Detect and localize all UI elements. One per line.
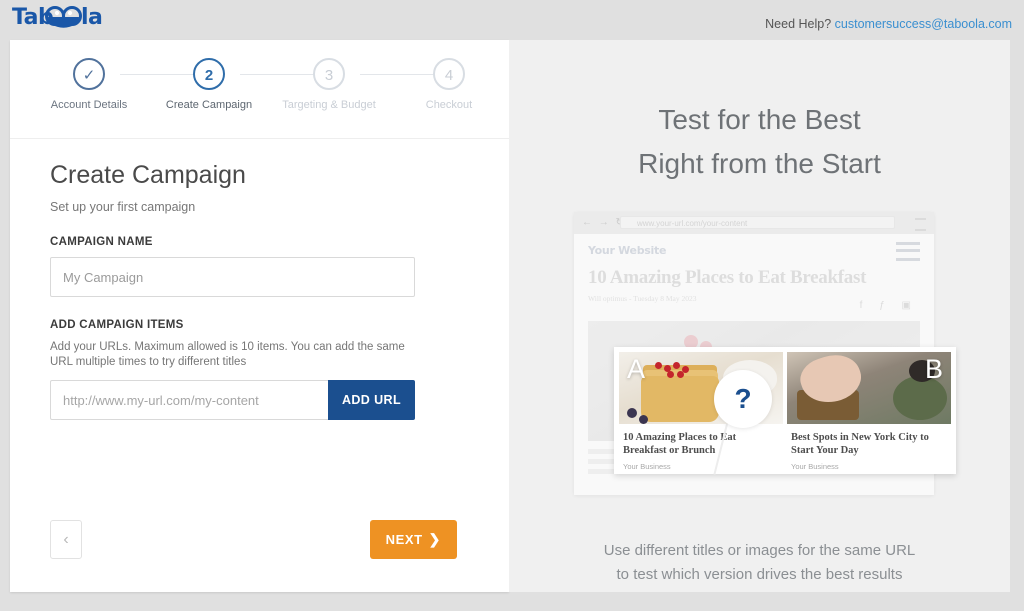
promo-caption: Use different titles or images for the s… xyxy=(509,539,1010,587)
waffle-stack-shape xyxy=(641,376,719,422)
top-bar: Tab la Need Help? customersuccess@tabool… xyxy=(0,0,1024,38)
ab-card-a-brand: Your Business xyxy=(623,462,671,471)
add-url-button[interactable]: ADD URL xyxy=(327,380,415,420)
hamburger-menu-icon xyxy=(896,242,920,261)
step-badge-3: 3 xyxy=(313,58,345,90)
campaign-items-label: ADD CAMPAIGN ITEMS xyxy=(50,319,184,331)
promo-title-line-1: Test for the Best xyxy=(658,104,861,135)
mock-site-header: Your Website xyxy=(574,234,934,261)
page-title: Create Campaign xyxy=(50,161,246,189)
ab-card-a-title: 10 Amazing Places to Eat Breakfast or Br… xyxy=(623,432,737,456)
need-help-text: Need Help? customersuccess@taboola.com xyxy=(765,17,1012,31)
browser-chrome-bar: ← → ↻ www.your-url.com/your-content xyxy=(574,212,934,234)
wizard-step-create-campaign[interactable]: 2 Create Campaign xyxy=(149,58,269,111)
wizard-steps: ✓ Account Details 2 Create Campaign 3 Ta… xyxy=(10,40,509,139)
wizard-step-checkout[interactable]: 4 Checkout xyxy=(389,58,509,111)
back-button[interactable]: ‹ xyxy=(50,520,82,559)
next-button[interactable]: NEXT ❯ xyxy=(369,520,457,559)
need-help-label: Need Help? xyxy=(765,17,835,31)
campaign-form-card: ✓ Account Details 2 Create Campaign 3 Ta… xyxy=(10,40,509,592)
ab-comparison-cards: A 10 Amazing Places to Eat Breakfast or … xyxy=(614,347,956,474)
promo-caption-line-2: to test which version drives the best re… xyxy=(616,566,903,583)
step-badge-1: ✓ xyxy=(73,58,105,90)
promo-caption-line-1: Use different titles or images for the s… xyxy=(603,542,916,559)
chevron-right-icon: ❯ xyxy=(428,531,441,547)
next-button-label: NEXT xyxy=(385,532,423,547)
mock-site-name: Your Website xyxy=(588,244,667,257)
wizard-step-account-details[interactable]: ✓ Account Details xyxy=(29,58,149,111)
browser-url-bar: www.your-url.com/your-content xyxy=(620,216,895,229)
ab-card-b-image: B xyxy=(787,352,951,424)
promo-title: Test for the Best Right from the Start xyxy=(509,98,1010,186)
ab-card-b-title: Best Spots in New York City to Start You… xyxy=(791,432,929,456)
step-label-3: Targeting & Budget xyxy=(282,99,376,111)
browser-menu-icon xyxy=(915,218,926,231)
wizard-step-targeting-budget[interactable]: 3 Targeting & Budget xyxy=(269,58,389,111)
berries-shape xyxy=(655,362,697,378)
chevron-left-icon: ‹ xyxy=(63,531,69,548)
campaign-name-label: CAMPAIGN NAME xyxy=(50,236,153,248)
ab-card-b[interactable]: B Best Spots in New York City to Start Y… xyxy=(787,352,951,471)
ab-card-b-brand: Your Business xyxy=(791,462,839,471)
ab-card-a-letter: A xyxy=(627,354,646,384)
promo-title-line-2: Right from the Start xyxy=(638,148,881,179)
taboola-logo[interactable]: Tab la xyxy=(12,4,108,30)
form-navigation: ‹ NEXT ❯ xyxy=(10,502,509,592)
create-campaign-form: Create Campaign Set up your first campai… xyxy=(10,139,509,420)
step-label-2: Create Campaign xyxy=(165,99,253,111)
ab-test-illustration: ← → ↻ www.your-url.com/your-content Your… xyxy=(566,212,956,497)
social-share-icons: f ƒ ▣ xyxy=(859,300,918,311)
add-url-row: ADD URL xyxy=(50,380,415,420)
promo-panel: Test for the Best Right from the Start ←… xyxy=(509,40,1010,592)
url-input[interactable] xyxy=(50,380,328,420)
ab-card-b-letter: B xyxy=(924,354,943,384)
support-email-link[interactable]: customersuccess@taboola.com xyxy=(835,17,1012,31)
taboola-smile-logo-icon: Tab la xyxy=(12,5,103,30)
question-mark-badge: ? xyxy=(714,370,772,428)
svg-text:la: la xyxy=(81,5,102,30)
campaign-name-input[interactable] xyxy=(50,257,415,297)
campaign-items-helper-text: Add your URLs. Maximum allowed is 10 ite… xyxy=(50,341,405,368)
step-badge-2: 2 xyxy=(193,58,225,90)
step-badge-4: 4 xyxy=(433,58,465,90)
mock-article-title: 10 Amazing Places to Eat Breakfast xyxy=(588,267,867,288)
page-subtitle: Set up your first campaign xyxy=(50,200,196,214)
step-label-1: Account Details xyxy=(50,99,128,111)
step-label-4: Checkout xyxy=(425,99,473,111)
